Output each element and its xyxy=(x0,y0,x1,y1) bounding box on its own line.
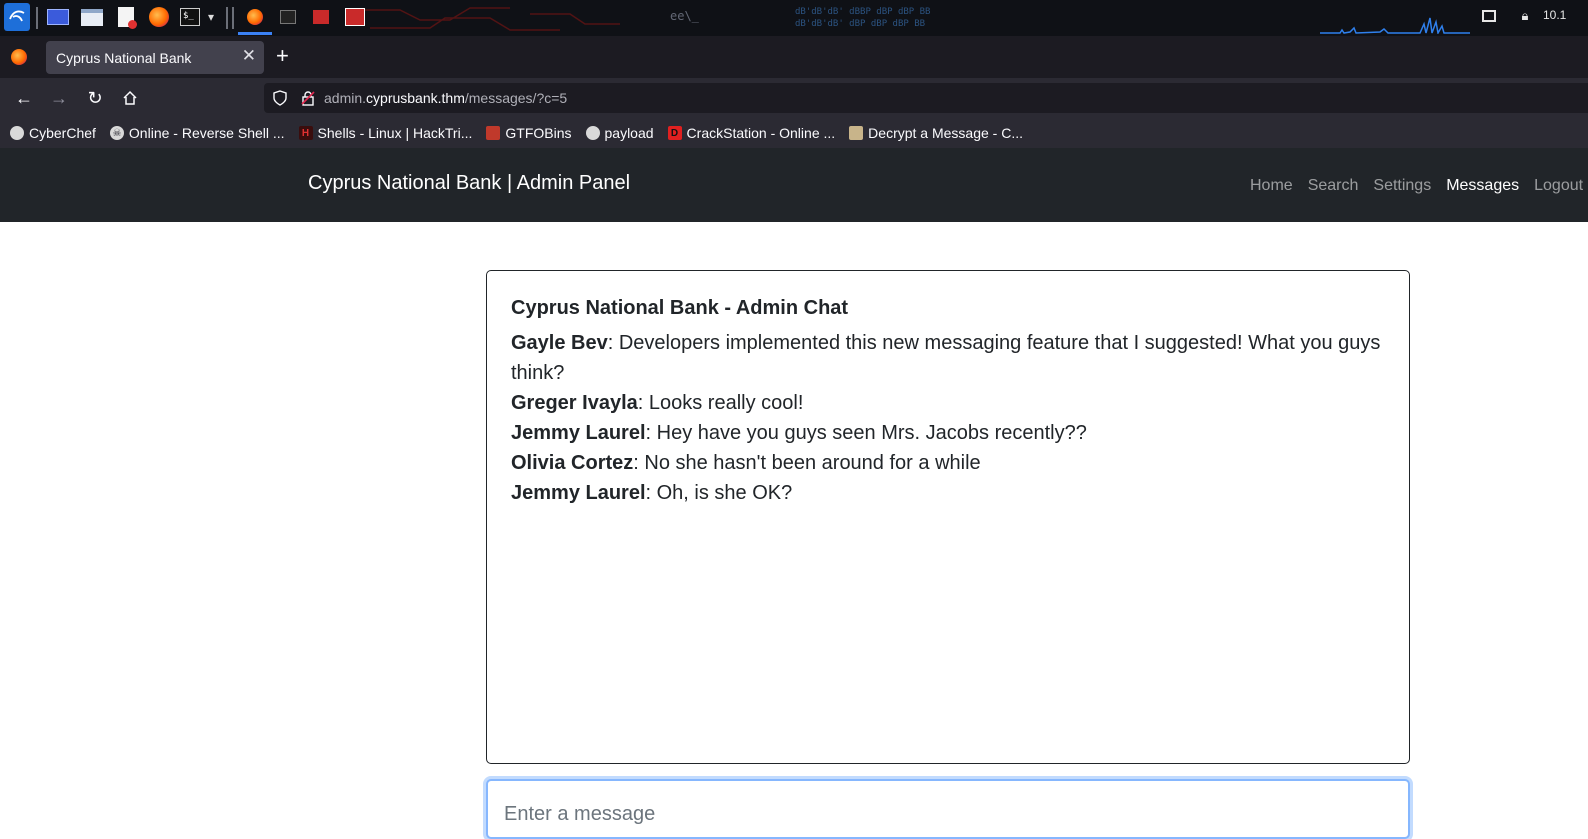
active-window-indicator xyxy=(238,32,272,35)
message-text: : No she hasn't been around for a while xyxy=(633,452,981,474)
art-text-1: ee\_ xyxy=(670,9,700,23)
skull-icon: ☠ xyxy=(109,126,124,140)
chat-message: Jemmy Laurel: Hey have you guys seen Mrs… xyxy=(511,418,1385,448)
bookmark-crackstation[interactable]: D CrackStation - Online ... xyxy=(667,125,836,141)
insecure-lock-icon[interactable] xyxy=(300,90,316,109)
nav-search[interactable]: Search xyxy=(1308,177,1359,195)
clock: 10.1 xyxy=(1543,8,1567,22)
bookmark-label: Shells - Linux | HackTri... xyxy=(317,125,473,141)
bookmark-label: Online - Reverse Shell ... xyxy=(128,125,285,141)
github-icon xyxy=(585,126,600,140)
firefox-view-icon[interactable] xyxy=(11,49,27,65)
bookmark-label: GTFOBins xyxy=(505,125,572,141)
site-nav-links: Home Search Settings Messages Logout xyxy=(1250,177,1583,195)
shield-icon[interactable] xyxy=(272,90,288,109)
nav-logout[interactable]: Logout xyxy=(1534,177,1583,195)
message-input-placeholder: Enter a message xyxy=(504,803,656,825)
hacktricks-icon: H xyxy=(298,126,313,140)
message-input[interactable]: Enter a message xyxy=(486,779,1410,839)
site-brand[interactable]: Cyprus National Bank | Admin Panel xyxy=(308,172,630,195)
bookmark-decrypt-message[interactable]: Decrypt a Message - C... xyxy=(849,125,1023,141)
nav-messages[interactable]: Messages xyxy=(1446,177,1519,195)
art-text-2: dB'dB'dB' dBBP dBP dBP BB xyxy=(795,7,930,17)
bookmark-cyberchef[interactable]: CyberChef xyxy=(10,125,96,141)
taskbar-separator xyxy=(226,7,228,29)
message-text: : Oh, is she OK? xyxy=(645,482,793,504)
chat-message: Jemmy Laurel: Oh, is she OK? xyxy=(511,478,1385,508)
message-author: Greger Ivayla xyxy=(511,392,638,414)
url-host: cyprusbank.thm xyxy=(366,90,465,106)
nav-settings[interactable]: Settings xyxy=(1373,177,1431,195)
show-desktop-icon[interactable] xyxy=(46,6,70,28)
file-manager-icon[interactable] xyxy=(80,6,104,28)
kali-menu-icon[interactable] xyxy=(4,3,30,31)
message-author: Gayle Bev xyxy=(511,332,608,354)
chevron-down-icon[interactable]: ▾ xyxy=(204,6,218,28)
bookmark-payload[interactable]: payload xyxy=(585,125,654,141)
tab-strip: Cyprus National Bank ✕ xyxy=(0,36,1588,78)
chat-title: Cyprus National Bank - Admin Chat xyxy=(511,297,849,319)
bookmark-label: Decrypt a Message - C... xyxy=(868,125,1023,141)
message-author: Jemmy Laurel xyxy=(511,482,646,504)
nav-home[interactable]: Home xyxy=(1250,177,1293,195)
terminal-window-icon[interactable] xyxy=(278,6,298,28)
close-icon[interactable]: ✕ xyxy=(242,46,256,66)
home-icon[interactable] xyxy=(118,86,142,110)
address-bar[interactable]: admin. cyprusbank.thm/messages/?c=5 xyxy=(264,83,1588,113)
bookmark-label: payload xyxy=(604,125,654,141)
message-text: : Developers implemented this new messag… xyxy=(511,332,1381,384)
reload-icon[interactable]: ↻ xyxy=(83,86,107,110)
url-prefix: admin. xyxy=(324,90,367,106)
message-text: : Hey have you guys seen Mrs. Jacobs rec… xyxy=(645,422,1087,444)
taskbar: ee\_ dB'dB'dB' dBBP dBP dBP BB dB'dB'dB'… xyxy=(0,0,1588,36)
message-author: Olivia Cortez xyxy=(511,452,634,474)
red-app-window-icon-2[interactable] xyxy=(344,6,366,28)
firefox-window-icon[interactable] xyxy=(244,6,266,28)
chef-hat-icon xyxy=(10,126,24,140)
url-path: /messages/?c=5 xyxy=(464,90,568,106)
bookmark-reverse-shell[interactable]: ☠ Online - Reverse Shell ... xyxy=(109,125,285,141)
art-text-3: dB'dB'dB' dBP dBP dBP BB xyxy=(795,19,925,29)
network-activity-graph xyxy=(1320,17,1470,34)
taskbar-separator xyxy=(36,7,38,29)
tab-title: Cyprus National Bank xyxy=(56,49,192,66)
bookmark-hacktricks[interactable]: H Shells - Linux | HackTri... xyxy=(298,125,473,141)
message-text: : Looks really cool! xyxy=(637,392,804,414)
firefox-launcher-icon[interactable] xyxy=(147,6,171,28)
bookmarks-toolbar: CyberChef ☠ Online - Reverse Shell ... H… xyxy=(0,118,1588,148)
taskbar-separator xyxy=(232,7,234,29)
terminal-launcher-icon[interactable]: $_ xyxy=(178,6,202,28)
display-icon[interactable] xyxy=(1480,8,1498,24)
bookmark-label: CrackStation - Online ... xyxy=(686,125,836,141)
lock-icon[interactable]: 🔒︎ xyxy=(1517,8,1533,24)
forward-arrow-icon[interactable]: → xyxy=(47,86,71,110)
chat-message: Olivia Cortez: No she hasn't been around… xyxy=(511,448,1385,478)
text-editor-icon[interactable] xyxy=(114,6,138,29)
bookmark-label: CyberChef xyxy=(29,125,96,141)
chat-message: Gayle Bev: Developers implemented this n… xyxy=(511,328,1385,388)
gtfobins-icon xyxy=(486,126,501,140)
new-tab-button[interactable]: + xyxy=(276,43,289,69)
crackstation-icon: D xyxy=(667,126,682,140)
back-arrow-icon[interactable]: ← xyxy=(12,86,36,110)
tab-cyprus-national-bank[interactable]: Cyprus National Bank ✕ xyxy=(46,41,264,74)
envelope-icon xyxy=(849,126,864,140)
red-app-window-icon[interactable] xyxy=(311,6,331,28)
chat-panel: Cyprus National Bank - Admin Chat Gayle … xyxy=(486,270,1410,764)
desktop-art-background: ee\_ dB'dB'dB' dBBP dBP dBP BB dB'dB'dB'… xyxy=(360,7,930,31)
chat-message: Greger Ivayla: Looks really cool! xyxy=(511,388,1385,418)
message-author: Jemmy Laurel xyxy=(511,422,646,444)
bookmark-gtfobins[interactable]: GTFOBins xyxy=(486,125,572,141)
site-navbar: Cyprus National Bank | Admin Panel Home … xyxy=(0,148,1588,222)
